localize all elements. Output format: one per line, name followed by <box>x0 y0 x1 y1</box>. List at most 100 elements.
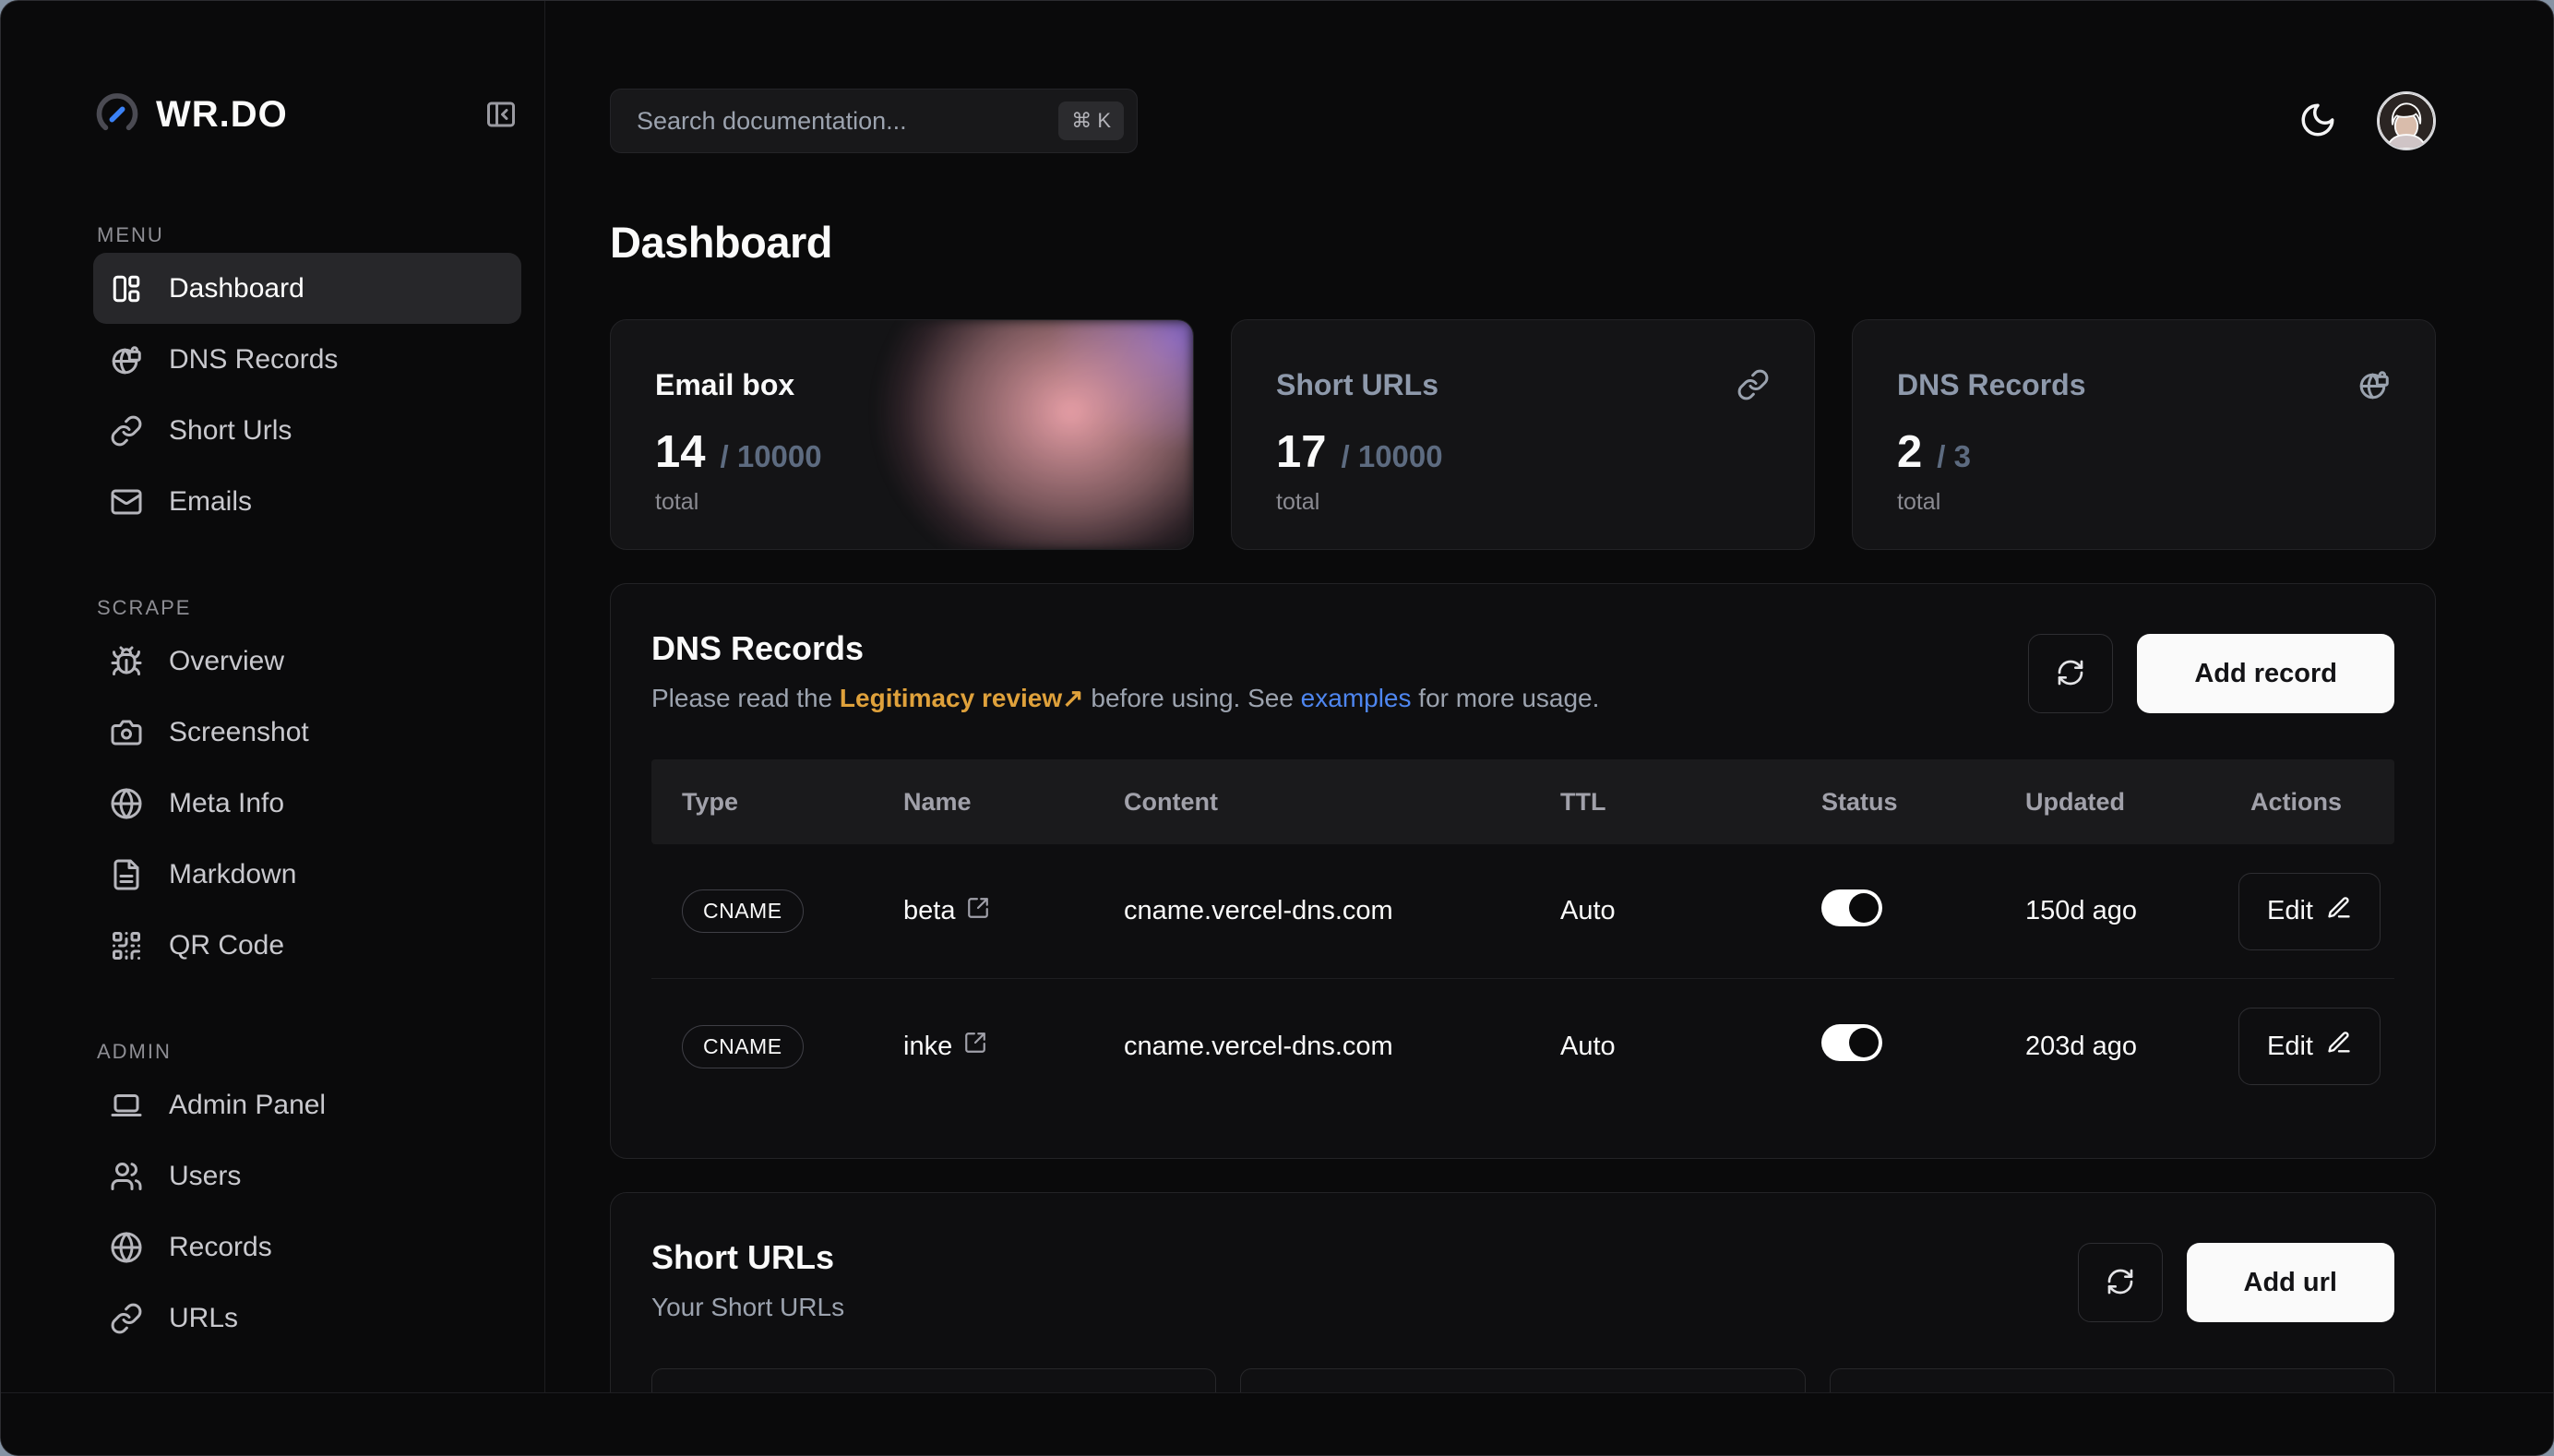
dns-section-actions: Add record <box>2028 632 2394 713</box>
stat-limit: / 10000 <box>1342 439 1443 474</box>
edit-label: Edit <box>2267 1032 2313 1062</box>
file-text-icon <box>110 858 143 891</box>
refresh-button[interactable] <box>2078 1243 2163 1322</box>
sidebar-item-label: Meta Info <box>169 788 284 819</box>
globe-icon <box>110 787 143 820</box>
column-header-ttl: TTL <box>1530 788 1791 817</box>
sidebar-item-label: Users <box>169 1161 241 1192</box>
sidebar: WR.DO MENU Dashboard DNS Records Short U… <box>1 1 545 1392</box>
status-toggle[interactable] <box>1821 889 1882 926</box>
bug-icon <box>110 645 143 678</box>
section-description: Please read the Legitimacy review↗ befor… <box>651 682 1599 715</box>
table-body: CNAME beta cname.vercel-dns.com Auto 150… <box>651 844 2394 1114</box>
edit-record-button[interactable]: Edit <box>2238 1008 2381 1085</box>
laptop-icon <box>110 1089 143 1122</box>
sidebar-item-urls[interactable]: URLs <box>93 1283 521 1354</box>
stat-limit: / 10000 <box>721 439 822 474</box>
globe-lock-icon <box>110 343 143 376</box>
urls-section-heading: Short URLs Your Short URLs <box>651 1241 844 1324</box>
sidebar-item-label: Screenshot <box>169 717 309 748</box>
link-icon <box>1736 368 1770 401</box>
stat-caption: total <box>1897 489 2391 516</box>
dashboard-icon <box>110 272 143 305</box>
refresh-button[interactable] <box>2028 634 2113 713</box>
section-subtitle: Your Short URLs <box>651 1291 844 1324</box>
stat-value: 17 <box>1276 426 1327 478</box>
status-toggle[interactable] <box>1821 1024 1882 1061</box>
edit-record-button[interactable]: Edit <box>2238 873 2381 950</box>
record-name-link[interactable]: inke <box>873 1031 1093 1062</box>
globe-lock-icon <box>2357 368 2391 401</box>
sidebar-item-records[interactable]: Records <box>93 1211 521 1283</box>
pen-icon <box>2326 895 2352 928</box>
topbar: ⌘ K <box>610 89 2436 153</box>
mail-icon <box>110 485 143 519</box>
column-header-updated: Updated <box>1995 788 2220 817</box>
record-updated: 150d ago <box>1995 896 2220 926</box>
stat-card-short-urls: Short URLs 17 / 10000 total <box>1231 319 1815 550</box>
table-row: CNAME beta cname.vercel-dns.com Auto 150… <box>651 844 2394 979</box>
dns-section-heading: DNS Records Please read the Legitimacy r… <box>651 632 1599 715</box>
sidebar-item-meta-info[interactable]: Meta Info <box>93 768 521 839</box>
sidebar-item-label: Short Urls <box>169 415 292 447</box>
sidebar-item-emails[interactable]: Emails <box>93 466 521 537</box>
desc-text: before using. See <box>1084 684 1301 712</box>
pen-icon <box>2326 1030 2352 1063</box>
stat-caption: total <box>1276 489 1770 516</box>
app-window: WR.DO MENU Dashboard DNS Records Short U… <box>0 0 2554 1456</box>
window-bottom-strip <box>1 1392 2553 1455</box>
stats-row: Email box 14 / 10000 total Short URLs 17 <box>610 319 2436 550</box>
stat-caption: total <box>655 489 1149 516</box>
refresh-icon <box>2056 658 2085 690</box>
logo-row: WR.DO <box>93 89 521 140</box>
search-by-slug-input[interactable] <box>651 1368 1216 1392</box>
search-input[interactable] <box>637 107 1058 136</box>
sidebar-item-qr-code[interactable]: QR Code <box>93 910 521 981</box>
desc-text: Please read the <box>651 684 840 712</box>
search-by-user-name-input[interactable] <box>1830 1368 2394 1392</box>
stat-card-dns-records: DNS Records 2 / 3 total <box>1852 319 2436 550</box>
camera-icon <box>110 716 143 749</box>
external-arrow-icon: ↗ <box>1062 684 1083 712</box>
edit-label: Edit <box>2267 896 2313 926</box>
theme-toggle-moon-icon[interactable] <box>2296 99 2340 143</box>
column-header-actions: Actions <box>2220 788 2394 817</box>
sidebar-item-label: Records <box>169 1232 272 1263</box>
urls-section-actions: Add url <box>2078 1241 2395 1322</box>
record-content: cname.vercel-dns.com <box>1093 896 1530 926</box>
sidebar-collapse-button[interactable] <box>481 94 521 135</box>
search-shortcut-badge: ⌘ K <box>1058 101 1124 140</box>
legitimacy-review-link[interactable]: Legitimacy review <box>840 684 1062 712</box>
table-header-row: Type Name Content TTL Status Updated Act… <box>651 759 2394 844</box>
sidebar-item-overview[interactable]: Overview <box>93 626 521 697</box>
record-name-link[interactable]: beta <box>873 896 1093 927</box>
toggle-knob <box>1849 1028 1879 1057</box>
link-icon <box>110 414 143 448</box>
user-avatar[interactable] <box>2377 91 2436 150</box>
record-updated: 203d ago <box>1995 1032 2220 1062</box>
sidebar-item-dashboard[interactable]: Dashboard <box>93 253 521 324</box>
column-header-type: Type <box>651 788 873 817</box>
toggle-knob <box>1849 893 1879 923</box>
dns-records-table: Type Name Content TTL Status Updated Act… <box>651 759 2394 1114</box>
stat-title: DNS Records <box>1897 368 2086 402</box>
add-url-button[interactable]: Add url <box>2187 1243 2395 1322</box>
sidebar-item-dns-records[interactable]: DNS Records <box>93 324 521 395</box>
sidebar-item-label: Markdown <box>169 859 296 890</box>
sidebar-item-screenshot[interactable]: Screenshot <box>93 697 521 768</box>
globe-icon <box>110 1231 143 1264</box>
sidebar-item-short-urls[interactable]: Short Urls <box>93 395 521 466</box>
external-link-icon <box>963 1031 987 1062</box>
search-by-target-input[interactable] <box>1240 1368 1805 1392</box>
search-box[interactable]: ⌘ K <box>610 89 1138 153</box>
sidebar-item-admin-panel[interactable]: Admin Panel <box>93 1069 521 1140</box>
topbar-right <box>2296 91 2436 150</box>
add-record-button[interactable]: Add record <box>2137 634 2394 713</box>
section-title: Short URLs <box>651 1241 844 1274</box>
examples-link[interactable]: examples <box>1301 684 1412 712</box>
sidebar-item-markdown[interactable]: Markdown <box>93 839 521 910</box>
sidebar-item-users[interactable]: Users <box>93 1140 521 1211</box>
record-type-badge: CNAME <box>682 889 804 933</box>
short-urls-section: Short URLs Your Short URLs Add url <box>610 1192 2436 1392</box>
section-title: DNS Records <box>651 632 1599 665</box>
